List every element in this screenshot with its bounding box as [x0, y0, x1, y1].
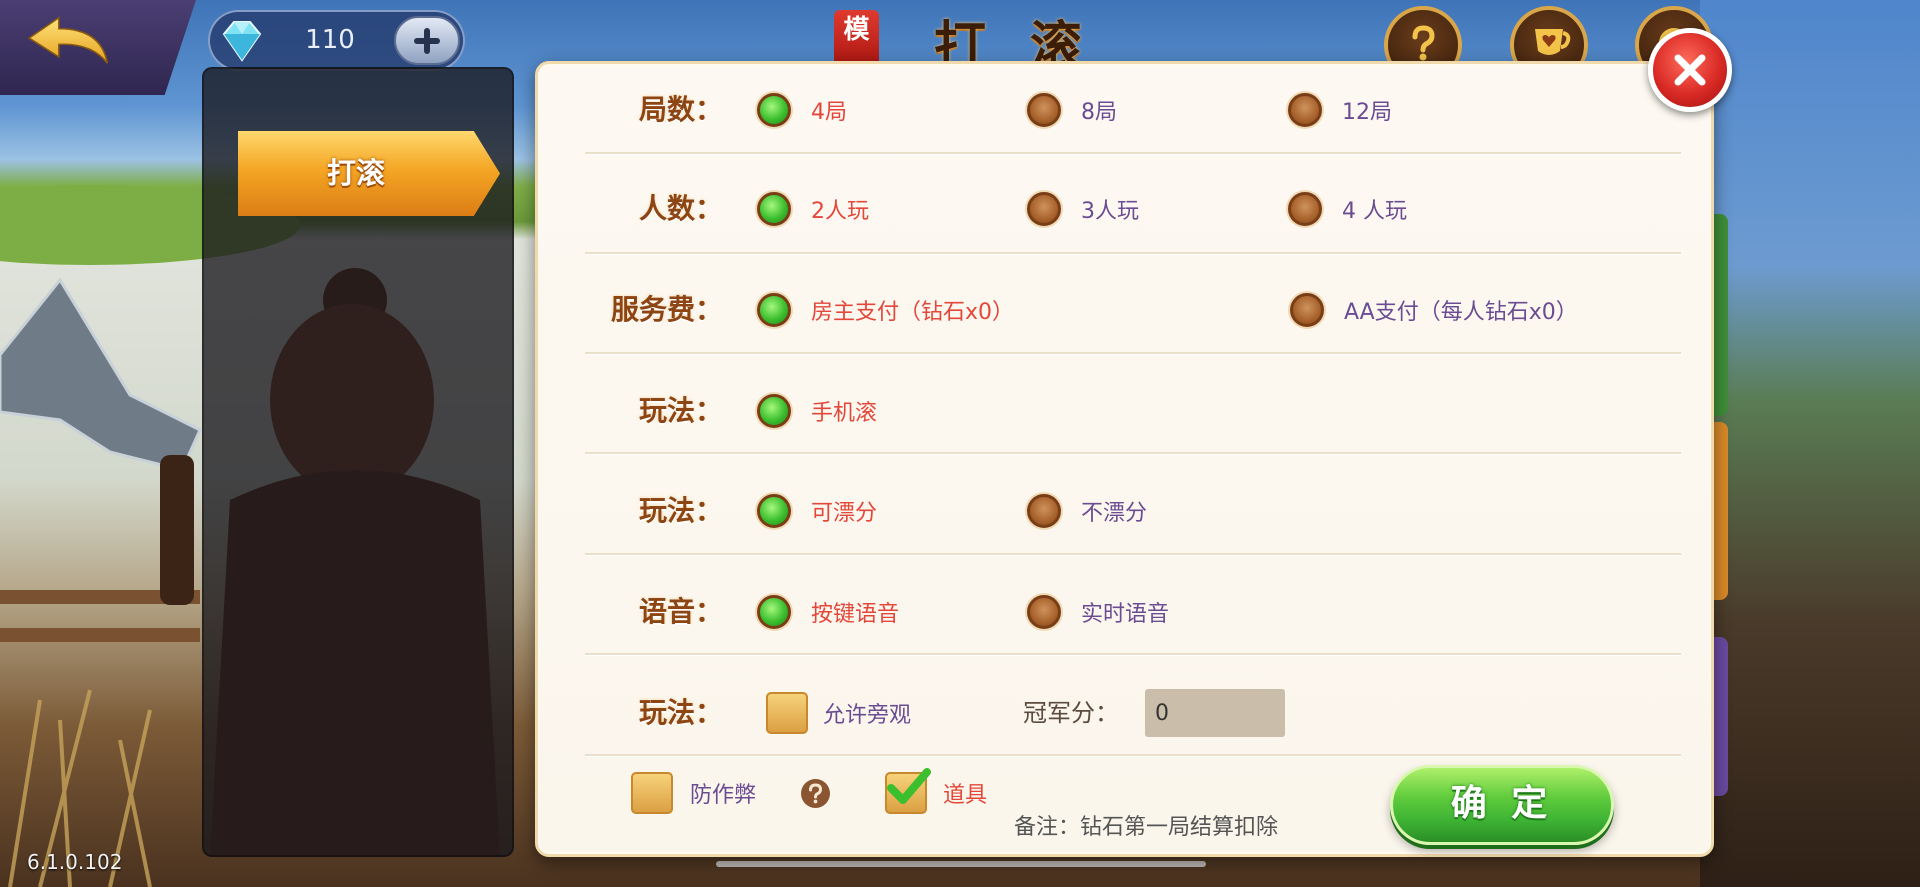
- diamond-count: 110: [305, 25, 355, 55]
- hidden-panel-edge: [1712, 422, 1728, 600]
- option-label: 4局: [811, 100, 847, 125]
- anti-cheat-help[interactable]: [801, 771, 830, 815]
- row-players: 人数： 2人玩 3人玩 4 人玩: [538, 187, 1711, 231]
- option-3-players[interactable]: 3人玩: [1027, 187, 1139, 231]
- anti-cheat-label: 防作弊: [690, 783, 757, 808]
- divider: [585, 152, 1681, 155]
- confirm-button[interactable]: 确 定: [1390, 765, 1614, 845]
- option-label: 实时语音: [1081, 602, 1170, 627]
- row-label: 局数：: [638, 93, 723, 126]
- diamond-counter: 110: [208, 10, 465, 71]
- back-arrow-icon: [27, 16, 109, 64]
- row-service-fee: 服务费： 房主支付（钻石x0） AA支付（每人钻石x0）: [538, 288, 1711, 332]
- anti-cheat-option[interactable]: 防作弊: [631, 771, 756, 815]
- cup-icon: [1535, 29, 1571, 55]
- tab-label: 打滚: [326, 156, 385, 190]
- option-label: 不漂分: [1081, 501, 1148, 526]
- radio-button[interactable]: [1288, 192, 1322, 226]
- option-8-rounds[interactable]: 8局: [1027, 88, 1117, 132]
- option-label: 可漂分: [811, 501, 878, 526]
- props-label: 道具: [943, 783, 988, 808]
- row-floating-score: 玩法： 可漂分 不漂分: [538, 489, 1711, 533]
- row-label: 语音：: [638, 595, 723, 628]
- back-button[interactable]: [0, 0, 196, 95]
- option-2-players[interactable]: 2人玩: [757, 187, 869, 231]
- option-label: AA支付（每人钻石x0）: [1344, 300, 1578, 325]
- game-type-sidebar: 打滚: [202, 67, 514, 857]
- version-label: 6.1.0.102: [27, 850, 123, 874]
- row-label: 人数：: [638, 192, 723, 225]
- question-icon[interactable]: [801, 778, 830, 808]
- row-label: 玩法：: [638, 696, 723, 729]
- option-label: 4 人玩: [1342, 199, 1407, 224]
- radio-button[interactable]: [757, 192, 791, 226]
- home-indicator: [716, 861, 1206, 867]
- option-4-players[interactable]: 4 人玩: [1288, 187, 1407, 231]
- radio-button[interactable]: [757, 494, 791, 528]
- close-button[interactable]: [1648, 28, 1732, 112]
- check-icon: [887, 768, 931, 804]
- divider: [585, 252, 1681, 255]
- radio-button[interactable]: [1027, 192, 1061, 226]
- divider: [585, 352, 1681, 355]
- option-label: 2人玩: [811, 199, 869, 224]
- radio-button[interactable]: [757, 394, 791, 428]
- tab-dagun[interactable]: 打滚: [238, 131, 500, 216]
- radio-button[interactable]: [757, 595, 791, 629]
- allow-spectate-option[interactable]: 允许旁观: [766, 691, 911, 735]
- row-voice: 语音： 按键语音 实时语音: [538, 590, 1711, 634]
- option-realtime-voice[interactable]: 实时语音: [1027, 590, 1169, 634]
- row-label: 服务费：: [610, 293, 723, 326]
- option-4-rounds[interactable]: 4局: [757, 88, 847, 132]
- option-host-pays[interactable]: 房主支付（钻石x0）: [757, 288, 1014, 332]
- props-option[interactable]: 道具: [885, 768, 988, 815]
- divider: [585, 653, 1681, 656]
- option-aa-pays[interactable]: AA支付（每人钻石x0）: [1290, 288, 1578, 332]
- option-no-floating[interactable]: 不漂分: [1027, 489, 1147, 533]
- radio-button[interactable]: [1027, 93, 1061, 127]
- option-floating[interactable]: 可漂分: [757, 489, 877, 533]
- option-12-rounds[interactable]: 12局: [1288, 88, 1392, 132]
- champion-score-label: 冠军分：: [1023, 699, 1119, 727]
- radio-button[interactable]: [757, 293, 791, 327]
- divider: [585, 553, 1681, 556]
- add-diamond-button[interactable]: [394, 16, 460, 65]
- option-label: 房主支付（钻石x0）: [811, 300, 1015, 325]
- diamond-icon: [222, 21, 262, 62]
- option-label: 12局: [1342, 100, 1392, 125]
- allow-spectate-label: 允许旁观: [823, 703, 912, 728]
- props-checkbox[interactable]: [885, 768, 931, 814]
- hidden-panel-edge: [1712, 637, 1728, 796]
- option-label: 手机滚: [811, 401, 878, 426]
- radio-button[interactable]: [1290, 293, 1324, 327]
- radio-button[interactable]: [1027, 595, 1061, 629]
- close-icon: [1674, 54, 1706, 86]
- radio-button[interactable]: [1288, 93, 1322, 127]
- divider: [585, 754, 1681, 757]
- option-label: 8局: [1081, 100, 1117, 125]
- row-label: 玩法：: [638, 394, 723, 427]
- row-label: 玩法：: [638, 494, 723, 527]
- option-label: 3人玩: [1081, 199, 1139, 224]
- create-room-panel: 局数： 4局 8局 12局 人数： 2人玩 3人玩 4 人玩 服务费： 房主支付…: [535, 61, 1714, 857]
- radio-button[interactable]: [1027, 494, 1061, 528]
- diamond-note: 备注：钻石第一局结算扣除: [1014, 815, 1279, 840]
- anti-cheat-checkbox[interactable]: [631, 772, 673, 814]
- divider: [585, 452, 1681, 455]
- hidden-panel-edge: [1712, 214, 1728, 416]
- row-play-mode: 玩法： 手机滚: [538, 389, 1711, 433]
- option-phone-roll[interactable]: 手机滚: [757, 389, 877, 433]
- row-rounds: 局数： 4局 8局 12局: [538, 88, 1711, 132]
- option-label: 按键语音: [811, 602, 900, 627]
- row-spectate: 玩法： 允许旁观 冠军分：: [538, 689, 1711, 737]
- champion-score-input[interactable]: [1145, 689, 1285, 737]
- allow-spectate-checkbox[interactable]: [766, 692, 808, 734]
- radio-button[interactable]: [757, 93, 791, 127]
- option-push-to-talk[interactable]: 按键语音: [757, 590, 899, 634]
- help-icon: [1412, 25, 1435, 61]
